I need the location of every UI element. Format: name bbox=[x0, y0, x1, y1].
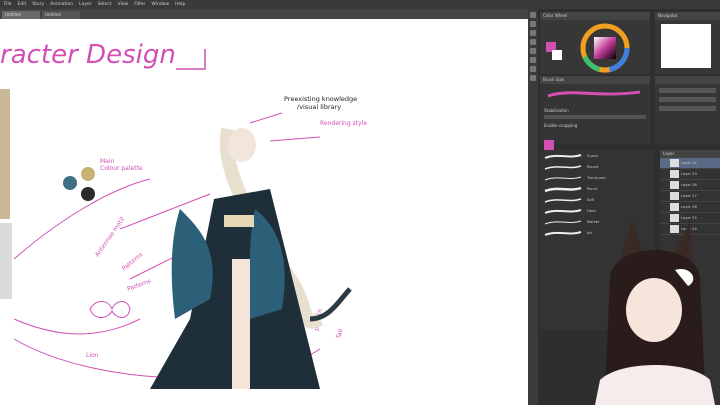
streamer-avatar bbox=[595, 220, 715, 405]
subtool-item[interactable]: Turnip pen bbox=[540, 172, 655, 183]
layer-row[interactable]: Layer 27 bbox=[660, 191, 720, 202]
arrow-from-lion bbox=[13, 318, 141, 335]
arrow-preexisting bbox=[249, 112, 283, 124]
tab-document-1[interactable]: Untitled bbox=[2, 11, 40, 19]
brush-stroke-preview bbox=[547, 90, 641, 98]
annotation-lion: Lion bbox=[86, 352, 99, 359]
navigator-panel: Navigator bbox=[655, 12, 720, 74]
property-slider-2[interactable] bbox=[659, 97, 716, 102]
avatar-face bbox=[626, 278, 682, 342]
annotation-tail: Tail bbox=[335, 328, 345, 340]
palette-swatch-gold bbox=[81, 167, 95, 181]
layer-row[interactable]: Layer 28 bbox=[660, 180, 720, 191]
menu-bar: File Edit Story Animation Layer Select V… bbox=[0, 0, 720, 9]
menu-layer[interactable]: Layer bbox=[79, 0, 92, 9]
annotation-patterns-2: Patterns bbox=[126, 278, 152, 293]
tool-fill-icon[interactable] bbox=[530, 66, 536, 72]
menu-file[interactable]: File bbox=[4, 0, 12, 9]
annotation-patterns-1: Patterns bbox=[121, 251, 144, 272]
palette-swatch-black bbox=[81, 187, 95, 201]
sub-color-swatch[interactable] bbox=[552, 50, 562, 60]
character-legs bbox=[232, 259, 250, 389]
tool-palette bbox=[528, 9, 538, 405]
navigator-title: Navigator bbox=[655, 12, 720, 20]
menu-story[interactable]: Story bbox=[32, 0, 44, 9]
reference-image-2 bbox=[0, 223, 12, 299]
brush-size-panel: Brush Size Stabilization Enable snapping bbox=[540, 76, 650, 150]
tool-brush-icon[interactable] bbox=[530, 48, 536, 54]
enable-snapping-label[interactable]: Enable snapping bbox=[540, 119, 650, 132]
layer-row[interactable]: Layer 33 bbox=[660, 169, 720, 180]
tool-move-icon[interactable] bbox=[530, 12, 536, 18]
annotation-motif: Antennae motif bbox=[94, 215, 127, 258]
tool-text-icon[interactable] bbox=[530, 75, 536, 81]
character-sleeve-right bbox=[249, 209, 285, 319]
butterfly-motif-icon bbox=[89, 301, 131, 318]
title-bracket bbox=[176, 49, 206, 70]
menu-filter[interactable]: Filter bbox=[134, 0, 145, 9]
tool-property-title bbox=[655, 76, 720, 84]
stabilization-label: Stabilization bbox=[544, 108, 569, 113]
color-wheel[interactable] bbox=[540, 20, 650, 76]
character-head bbox=[228, 128, 256, 162]
saturation-square[interactable] bbox=[594, 37, 616, 59]
document-tabs: Untitled Untitled bbox=[0, 9, 528, 19]
menu-window[interactable]: Window bbox=[151, 0, 169, 9]
subtool-item[interactable]: Hard bbox=[540, 205, 655, 216]
tool-pen-icon[interactable] bbox=[530, 39, 536, 45]
annotation-main: Main bbox=[100, 158, 115, 165]
character-obi bbox=[224, 215, 254, 227]
navigator-preview[interactable] bbox=[661, 24, 711, 68]
menu-view[interactable]: View bbox=[118, 0, 129, 9]
tool-eraser-icon[interactable] bbox=[530, 57, 536, 63]
annotation-visual-library: /visual library bbox=[297, 103, 341, 111]
subtool-item[interactable]: Pencil bbox=[540, 183, 655, 194]
drawing-canvas[interactable]: racter Design Preexisting knowledge /vis… bbox=[0, 19, 528, 405]
layer-panel-title: Layer bbox=[660, 150, 720, 158]
brush-size-title: Brush Size bbox=[540, 76, 650, 84]
layer-row[interactable]: Layer 32 bbox=[660, 158, 720, 169]
arrow-rendering bbox=[269, 136, 321, 142]
property-slider-3[interactable] bbox=[659, 106, 716, 111]
arrow-patterns-1 bbox=[119, 193, 211, 230]
canvas-title: racter Design bbox=[0, 40, 176, 70]
character-illustration bbox=[150, 127, 352, 389]
color-wheel-title: Color Wheel bbox=[540, 12, 650, 20]
tool-select-icon[interactable] bbox=[530, 30, 536, 36]
annotation-rendering: Rendering style bbox=[320, 120, 367, 127]
subtool-item[interactable]: Round bbox=[540, 161, 655, 172]
menu-help[interactable]: Help bbox=[175, 0, 185, 9]
menu-select[interactable]: Select bbox=[98, 0, 112, 9]
menu-animation[interactable]: Animation bbox=[50, 0, 73, 9]
annotation-preexisting: Preexisting knowledge bbox=[284, 95, 357, 103]
subtool-item[interactable]: G-pen bbox=[540, 150, 655, 161]
menu-edit[interactable]: Edit bbox=[18, 0, 27, 9]
current-color-swatch[interactable] bbox=[544, 140, 554, 150]
property-slider-1[interactable] bbox=[659, 88, 716, 93]
canvas-artwork: racter Design Preexisting knowledge /vis… bbox=[0, 40, 367, 389]
tool-zoom-icon[interactable] bbox=[530, 21, 536, 27]
tool-property-panel bbox=[655, 76, 720, 144]
tab-document-2[interactable]: Untitled bbox=[42, 11, 80, 19]
reference-image-1 bbox=[0, 89, 10, 219]
palette-swatch-teal bbox=[63, 176, 77, 190]
color-wheel-panel: Color Wheel bbox=[540, 12, 650, 74]
annotation-colour-palette: Colour palette bbox=[100, 165, 143, 172]
subtool-item[interactable]: Soft bbox=[540, 194, 655, 205]
layer-row[interactable]: Layer 26 bbox=[660, 202, 720, 213]
